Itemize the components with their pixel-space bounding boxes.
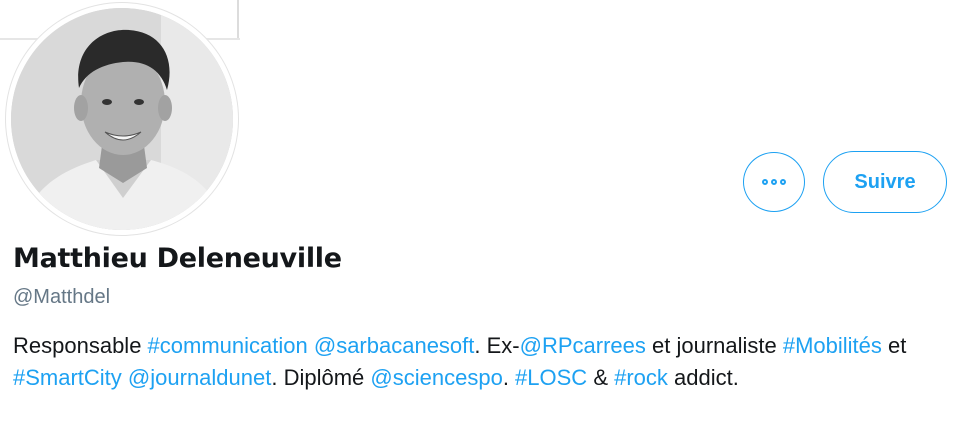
bio-link[interactable]: @sarbacanesoft	[314, 333, 475, 358]
more-options-button[interactable]	[743, 152, 805, 212]
bio-link[interactable]: #SmartCity	[13, 365, 122, 390]
avatar[interactable]	[6, 3, 238, 235]
bio-link[interactable]: #rock	[614, 365, 668, 390]
bio-text: Responsable	[13, 333, 148, 358]
bio-text: addict.	[667, 365, 739, 390]
bio-text: . Ex-	[474, 333, 520, 358]
avatar-photo	[11, 8, 233, 230]
bio-text: . Diplômé	[271, 365, 371, 390]
bio-link[interactable]: @journaldunet	[128, 365, 271, 390]
bio-link[interactable]: @sciencespo	[370, 365, 502, 390]
bio-link[interactable]: #communication	[148, 333, 308, 358]
bio-text: et	[881, 333, 907, 358]
bio-text: .	[502, 365, 516, 390]
bio-text: et journaliste	[645, 333, 783, 358]
bio-text: &	[587, 365, 615, 390]
more-options-icon	[762, 179, 786, 185]
bio-link[interactable]: @RPcarrees	[520, 333, 646, 358]
follow-button-label: Suivre	[854, 170, 916, 193]
follow-button[interactable]: Suivre	[823, 151, 947, 213]
profile-bio: Responsable #communication @sarbacanesof…	[13, 330, 943, 394]
bio-link[interactable]: #Mobilités	[783, 333, 882, 358]
bio-link[interactable]: #LOSC	[515, 365, 587, 390]
profile-handle: @Matthdel	[13, 286, 111, 308]
profile-name: Matthieu Deleneuville	[13, 243, 342, 274]
